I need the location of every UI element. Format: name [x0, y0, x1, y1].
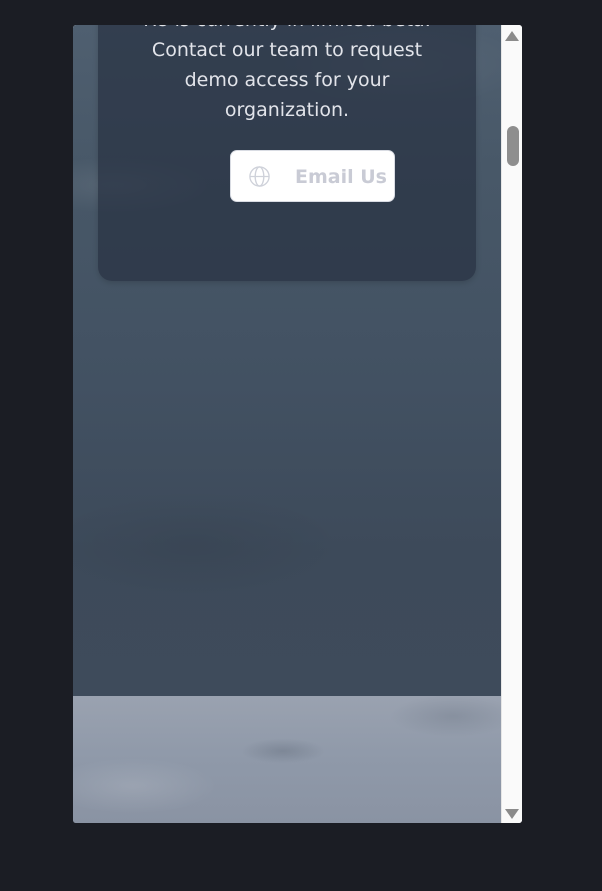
- email-us-label: Email Us: [295, 166, 387, 188]
- beta-access-card: R8 is currently in limited beta. Contact…: [98, 25, 476, 281]
- vertical-scrollbar[interactable]: [501, 25, 522, 823]
- scrollbar-thumb[interactable]: [507, 126, 519, 166]
- globe-icon: [248, 165, 271, 188]
- beta-message: R8 is currently in limited beta. Contact…: [143, 25, 430, 121]
- arrow-down-icon[interactable]: [505, 809, 519, 819]
- background-sky-section: [73, 696, 501, 823]
- arrow-up-icon[interactable]: [505, 31, 519, 41]
- page-viewport: R8 is currently in limited beta. Contact…: [73, 25, 501, 823]
- email-us-button[interactable]: Email Us: [230, 150, 395, 202]
- browser-frame: R8 is currently in limited beta. Contact…: [73, 25, 522, 823]
